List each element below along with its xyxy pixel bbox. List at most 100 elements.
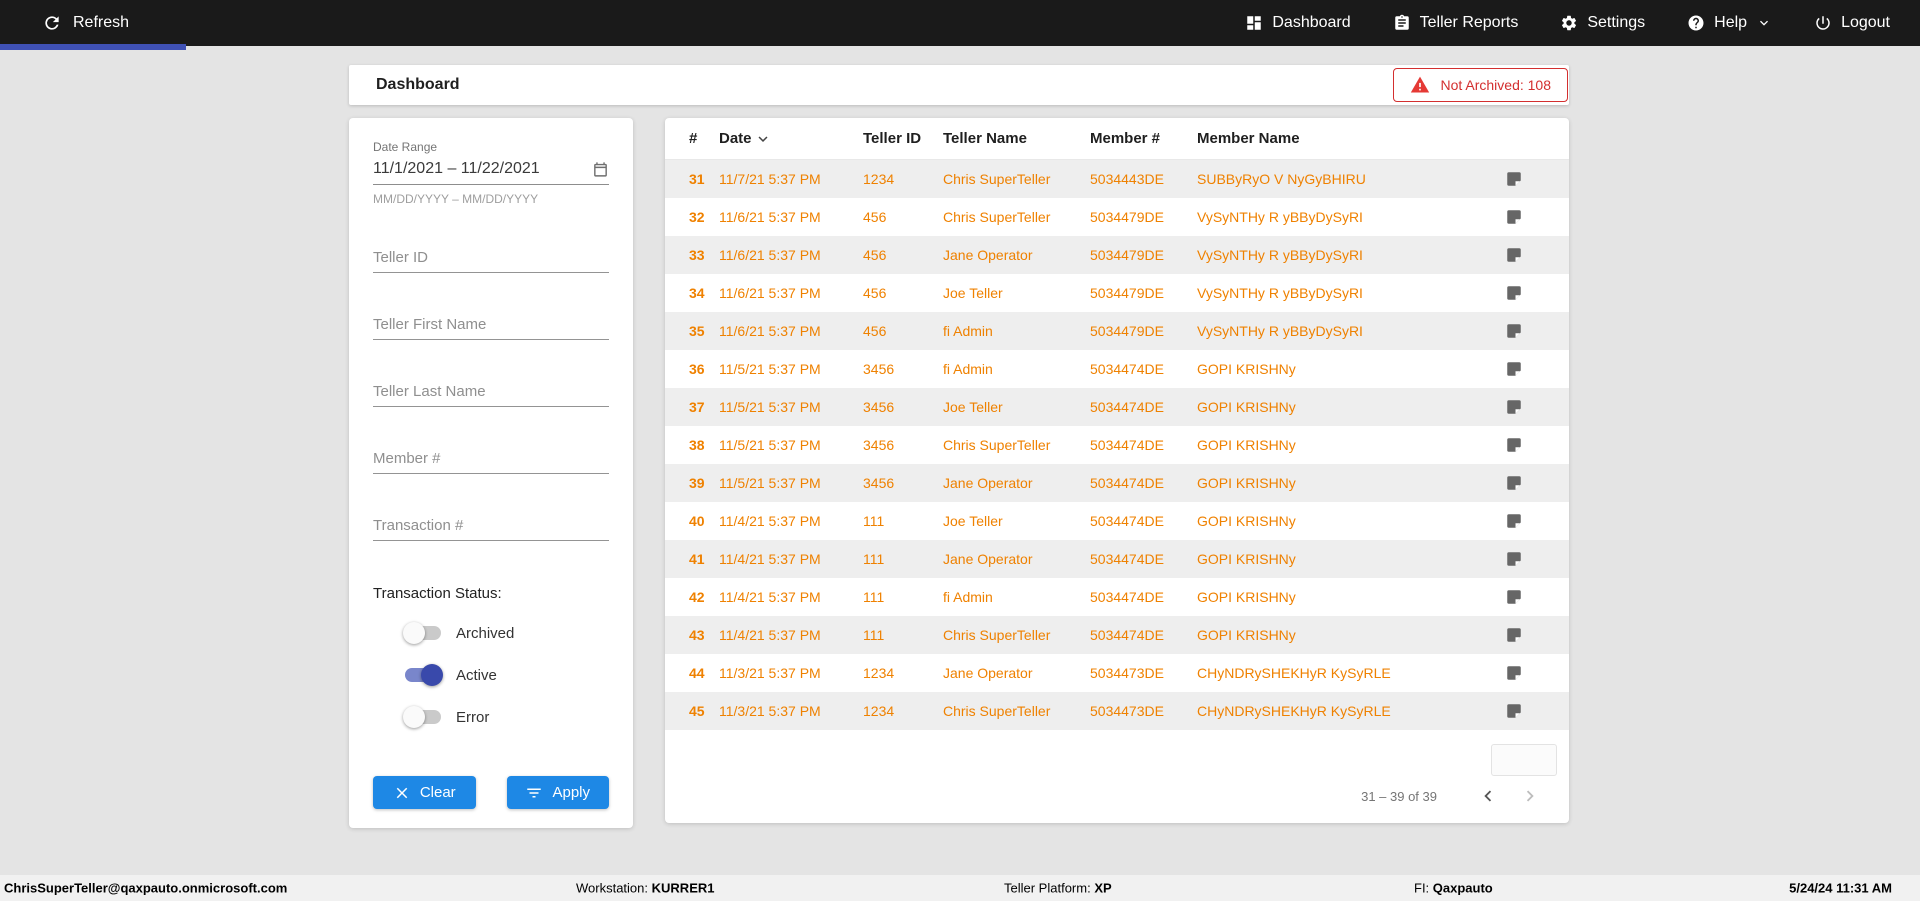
row-note-button[interactable] [1505,626,1523,644]
teller-last-name-input[interactable] [373,377,609,407]
nav-logout[interactable]: Logout [1814,14,1890,32]
row-note-button[interactable] [1505,246,1523,264]
previous-page-button[interactable] [1471,779,1505,813]
row-note-button[interactable] [1505,322,1523,340]
page-header: Dashboard Not Archived: 108 [349,65,1569,105]
workstation-value: KURRER1 [651,880,715,896]
table-row[interactable]: 37 11/5/21 5:37 PM 3456 Joe Teller 5034474DE… [665,388,1569,426]
cell-teller-name: fi Admin [943,589,993,605]
row-note-button[interactable] [1505,436,1523,454]
row-note-button[interactable] [1505,284,1523,302]
nav-label: Teller Reports [1419,14,1519,31]
table-row[interactable]: 32 11/6/21 5:37 PM 456 Chris SuperTeller 503… [665,198,1569,236]
cell-member-num: 5034474DE [1090,551,1164,567]
table-row[interactable]: 39 11/5/21 5:37 PM 3456 Jane Operator 503447… [665,464,1569,502]
current-datetime: 5/24/24 11:31 AM [1789,880,1892,896]
table-row[interactable]: 40 11/4/21 5:37 PM 111 Joe Teller 5034474DE G… [665,502,1569,540]
note-icon [1507,210,1521,224]
nav-teller-reports[interactable]: Teller Reports [1393,14,1519,32]
cell-num: 37 [689,399,705,415]
table-body: 31 11/7/21 5:37 PM 1234 Chris SuperTeller 50… [665,160,1569,730]
note-icon [1507,590,1521,604]
nav-help[interactable]: Help [1687,14,1772,32]
cell-teller-id: 1234 [863,171,895,187]
cell-member-name: VySyNTHy R yBByDySyRI [1197,323,1363,339]
row-note-button[interactable] [1505,398,1523,416]
row-note-button[interactable] [1505,474,1523,492]
cell-teller-id: 3456 [863,475,895,491]
cell-teller-id: 111 [863,589,885,605]
table-row[interactable]: 42 11/4/21 5:37 PM 111 fi Admin 5034474DE GOP… [665,578,1569,616]
nav-settings[interactable]: Settings [1560,14,1645,32]
teller-id-input[interactable] [373,243,609,273]
cell-num: 45 [689,703,705,719]
not-archived-badge[interactable]: Not Archived: 108 [1393,68,1568,102]
cell-date: 11/6/21 5:37 PM [719,247,821,263]
date-range-input[interactable] [373,160,592,178]
cell-teller-id: 1234 [863,665,895,681]
page-title: Dashboard [376,76,460,93]
toggle-label: Archived [456,624,515,642]
column-header-date[interactable]: Date [719,130,863,148]
cell-teller-name: fi Admin [943,361,993,377]
toggle-active[interactable] [403,664,443,686]
cell-member-name: SUBByRyO V NyGyBHIRU [1197,171,1366,187]
toggle-archived[interactable] [403,622,443,644]
sort-desc-icon [758,135,768,142]
filter-fields [373,243,609,541]
table-row[interactable]: 38 11/5/21 5:37 PM 3456 Chris SuperTeller 50… [665,426,1569,464]
row-note-button[interactable] [1505,588,1523,606]
cell-member-num: 5034474DE [1090,361,1164,377]
row-note-button[interactable] [1505,664,1523,682]
refresh-button[interactable]: Refresh [0,0,129,46]
cell-member-num: 5034473DE [1090,665,1164,681]
date-picker-button[interactable] [592,161,609,178]
toggle-label: Error [456,708,490,726]
table-header-row: # Date Teller ID Teller Name Member # Me… [665,118,1569,160]
table-row[interactable]: 43 11/4/21 5:37 PM 111 Chris SuperTeller 503… [665,616,1569,654]
table-row[interactable]: 44 11/3/21 5:37 PM 1234 Jane Operator 503447… [665,654,1569,692]
fi-info: FI: Qaxpauto [1414,881,1493,896]
cell-teller-name: Joe Teller [943,399,1003,415]
cell-member-name: CHyNDRySHEKHyR KySyRLE [1197,665,1391,681]
cell-num: 40 [689,513,705,529]
nav-dashboard[interactable]: Dashboard [1245,14,1351,32]
cell-num: 36 [689,361,705,377]
transaction-input[interactable] [373,511,609,541]
column-header-label: Member # [1090,130,1161,147]
row-note-button[interactable] [1505,170,1523,188]
cell-date: 11/6/21 5:37 PM [719,285,821,301]
cell-teller-name: Jane Operator [943,551,1033,567]
power-icon [1816,16,1830,30]
cell-member-num: 5034474DE [1090,513,1164,529]
apply-button[interactable]: Apply [506,776,609,809]
row-note-button[interactable] [1505,702,1523,720]
cell-date: 11/7/21 5:37 PM [719,171,821,187]
not-archived-label: Not Archived: 108 [1440,77,1551,93]
table-row[interactable]: 45 11/3/21 5:37 PM 1234 Chris SuperTeller 50… [665,692,1569,730]
cell-member-name: GOPI KRISHNy [1197,627,1296,643]
row-note-button[interactable] [1505,512,1523,530]
teller-first-name-input[interactable] [373,310,609,340]
table-row[interactable]: 33 11/6/21 5:37 PM 456 Jane Operator 5034479… [665,236,1569,274]
transactions-table: # Date Teller ID Teller Name Member # Me… [665,118,1569,823]
note-icon [1507,476,1521,490]
table-row[interactable]: 36 11/5/21 5:37 PM 3456 fi Admin 5034474DE GO… [665,350,1569,388]
cell-teller-id: 456 [863,285,887,301]
table-row[interactable]: 41 11/4/21 5:37 PM 111 Jane Operator 5034474… [665,540,1569,578]
cell-date: 11/5/21 5:37 PM [719,399,821,415]
row-note-button[interactable] [1505,208,1523,226]
row-note-button[interactable] [1505,360,1523,378]
clear-button[interactable]: Clear [373,776,476,809]
table-row[interactable]: 35 11/6/21 5:37 PM 456 fi Admin 5034479DE VyS… [665,312,1569,350]
cell-num: 38 [689,437,705,453]
table-row[interactable]: 31 11/7/21 5:37 PM 1234 Chris SuperTeller 50… [665,160,1569,198]
filter-icon [527,788,542,797]
row-note-button[interactable] [1505,550,1523,568]
nav-label: Logout [1841,14,1890,31]
member-input[interactable] [373,444,609,474]
table-row[interactable]: 34 11/6/21 5:37 PM 456 Joe Teller 5034479DE V… [665,274,1569,312]
toggle-error[interactable] [403,706,443,728]
cell-num: 43 [689,627,705,643]
cell-teller-name: Chris SuperTeller [943,171,1051,187]
